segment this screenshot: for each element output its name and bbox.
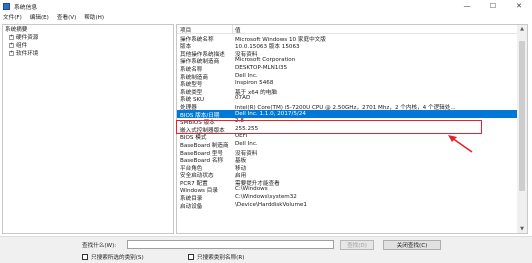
menu-view[interactable]: 查看(V)	[57, 13, 76, 21]
column-divider[interactable]	[232, 25, 233, 34]
expand-icon[interactable]: +	[9, 34, 14, 40]
tree-item-components[interactable]: + 组件	[3, 41, 173, 49]
table-row[interactable]: 安全启动状态 启用	[177, 171, 527, 179]
row-value-cell: Dell Inc. 1.1.0, 2017/5/24	[235, 110, 306, 117]
menu-help[interactable]: 帮助(H)	[84, 13, 104, 21]
table-row[interactable]: BaseBoard 名称 基板	[177, 156, 527, 164]
row-value-cell: UEFI	[235, 133, 248, 140]
highlight-box-annotation	[176, 120, 482, 134]
table-row[interactable]: 操作系统名称 Microsoft Windows 10 家庭中文版	[177, 34, 527, 43]
tree-item-hardware-resources[interactable]: + 硬件资源	[3, 33, 173, 41]
grid-header: 项目 值	[177, 25, 527, 34]
checkbox-label: 只搜索类别名称(R)	[197, 255, 245, 261]
checkbox-box[interactable]	[82, 254, 88, 260]
expand-icon[interactable]: +	[9, 50, 14, 56]
column-header-item[interactable]: 项目	[180, 26, 191, 34]
row-value-cell: Dell Inc.	[235, 140, 258, 147]
tree-item-label: 系统摘要	[5, 27, 28, 33]
table-row[interactable]: 系统目录 C:\Windows\system32	[177, 193, 527, 202]
menu-bar: 文件(F) 编辑(E) 查看(V) 帮助(H)	[0, 12, 532, 22]
scroll-thumb[interactable]	[519, 41, 525, 191]
tree-item-label: 硬件资源	[16, 35, 39, 41]
table-row[interactable]: 系统型号 Inspiron 5468	[177, 80, 527, 88]
scroll-down-icon[interactable]: ▼	[517, 225, 527, 233]
row-value-cell: DESKTOP-MLN1I35	[235, 64, 288, 71]
row-value-cell: Inspiron 5468	[235, 80, 274, 87]
table-row[interactable]: Windows 目录 C:\Windows	[177, 186, 527, 194]
tree-item-software-environment[interactable]: + 软件环境	[3, 49, 173, 57]
table-row[interactable]: 系统制造商 Dell Inc.	[177, 72, 527, 81]
table-row[interactable]: 版本 10.0.15063 版本 15063	[177, 42, 527, 50]
table-row[interactable]: 处理器 Intel(R) Core(TM) i5-7200U CPU @ 2.50…	[177, 102, 527, 111]
row-value-cell: C:\Windows\system32	[235, 194, 297, 201]
table-row[interactable]: 操作系统制造商 Microsoft Corporation	[177, 57, 527, 65]
row-item-cell: 启动设备	[180, 203, 203, 210]
column-header-value[interactable]: 值	[235, 26, 241, 34]
row-value-cell: 07AD	[235, 95, 251, 102]
row-value-cell: \Device\HarddiskVolume1	[235, 201, 307, 208]
scroll-up-icon[interactable]: ▲	[517, 25, 527, 33]
tree-item-label: 软件环境	[16, 51, 39, 57]
close-window-button[interactable]: ✕	[506, 0, 532, 12]
checkbox-label: 只搜索所选的类别(S)	[91, 255, 144, 261]
system-info-app-icon	[3, 2, 10, 10]
maximize-button[interactable]: ☐	[480, 0, 506, 12]
minimize-button[interactable]: —	[454, 0, 480, 12]
find-input[interactable]	[127, 240, 334, 249]
menu-file[interactable]: 文件(F)	[3, 13, 22, 21]
table-row[interactable]: PCR7 配置 需要提升才能查看	[177, 178, 527, 187]
red-arrow-icon	[448, 135, 473, 153]
tree-item-label: 组件	[16, 43, 28, 49]
find-button[interactable]: 查找(D)	[340, 240, 374, 250]
window-controls: — ☐ ✕	[454, 0, 532, 12]
table-row[interactable]: BIOS 版本/日期 Dell Inc. 1.1.0, 2017/5/24	[177, 109, 527, 119]
close-find-button[interactable]: 关闭查找(C)	[383, 240, 441, 250]
table-row[interactable]: 其他操作系统描述 没有资料	[177, 49, 527, 58]
table-row[interactable]: 系统类型 基于 x64 的电脑	[177, 87, 527, 96]
search-category-names-checkbox[interactable]: 只搜索类别名称(R)	[188, 253, 244, 261]
category-tree: 系统摘要 + 硬件资源 + 组件 + 软件环境	[2, 24, 174, 234]
row-value-cell: Microsoft Corporation	[235, 57, 296, 64]
title-bar: 系统信息 — ☐ ✕	[0, 0, 532, 12]
row-value-cell: C:\Windows	[235, 186, 268, 193]
menu-edit[interactable]: 编辑(E)	[30, 13, 49, 21]
search-selected-category-checkbox[interactable]: 只搜索所选的类别(S)	[82, 253, 144, 261]
table-row[interactable]: 启动设备 \Device\HarddiskVolume1	[177, 201, 527, 210]
find-label: 查找什么(W):	[82, 243, 117, 249]
table-row[interactable]: 系统 SKU 07AD	[177, 95, 527, 103]
window-title: 系统信息	[14, 4, 38, 11]
table-row[interactable]: 平台角色 移动	[177, 163, 527, 172]
tree-item-system-summary[interactable]: 系统摘要	[3, 25, 173, 33]
vertical-scrollbar[interactable]: ▲ ▼	[517, 25, 527, 233]
checkbox-box[interactable]	[188, 254, 194, 260]
expand-icon[interactable]: +	[9, 42, 14, 48]
find-bar: 查找什么(W): 查找(D) 关闭查找(C) 只搜索所选的类别(S) 只搜索类别…	[0, 236, 532, 263]
row-value-cell: Dell Inc.	[235, 72, 258, 79]
table-row[interactable]: 系统名称 DESKTOP-MLN1I35	[177, 64, 527, 73]
